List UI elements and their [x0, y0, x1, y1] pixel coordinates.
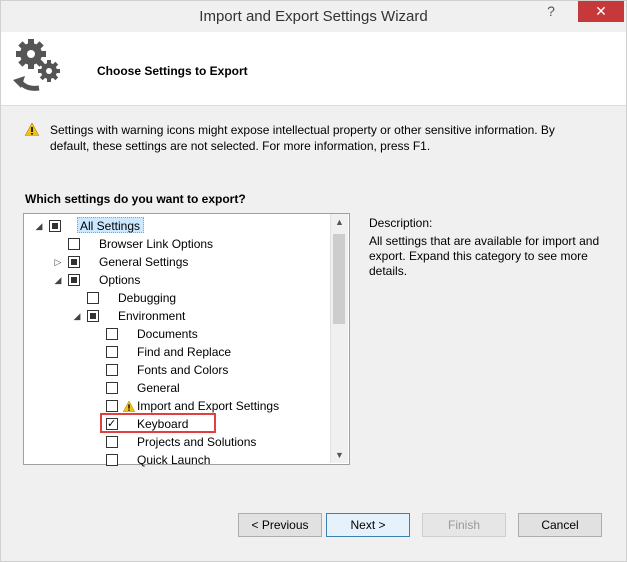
description-body: All settings that are available for impo… [369, 234, 600, 278]
tree-item-label: Debugging [118, 291, 177, 305]
tree-item[interactable]: Debugging [1, 289, 331, 307]
cancel-button[interactable]: Cancel [518, 513, 602, 537]
wizard-header: Choose Settings to Export [1, 32, 626, 106]
window-title: Import and Export Settings Wizard [199, 8, 428, 25]
tree-item[interactable]: ◢ Environment [1, 307, 331, 325]
tree-item-label: All Settings [80, 219, 141, 233]
tree-item[interactable]: Quick Launch [1, 451, 331, 469]
warning-icon [25, 123, 39, 136]
title-bar: Import and Export Settings Wizard ? ✕ [1, 1, 626, 32]
finish-button[interactable]: Finish [422, 513, 506, 537]
tree-item-checkbox[interactable] [106, 382, 118, 394]
tree-item[interactable]: ◢ All Settings [1, 217, 331, 235]
tree-item-label: General [137, 381, 180, 395]
tree-item-checkbox[interactable] [49, 220, 61, 232]
collapse-arrow-icon[interactable]: ◢ [34, 217, 44, 235]
previous-button[interactable]: < Previous [238, 513, 322, 537]
expand-arrow-icon[interactable]: ▷ [53, 253, 63, 271]
tree-item-checkbox[interactable] [106, 400, 118, 412]
help-button[interactable]: ? [541, 3, 561, 23]
tree-item-checkbox[interactable] [68, 256, 80, 268]
tree-item-checkbox[interactable] [106, 436, 118, 448]
description-title: Description: [369, 216, 433, 230]
tree-item[interactable]: Documents [1, 325, 331, 343]
settings-gear-icon [13, 39, 60, 91]
tree-item[interactable]: Browser Link Options [1, 235, 331, 253]
tree-item[interactable]: Find and Replace [1, 343, 331, 361]
warning-icon [123, 401, 135, 412]
scroll-down-icon[interactable]: ▼ [331, 447, 348, 463]
tree-item-label: Browser Link Options [99, 237, 214, 251]
tree-item-checkbox[interactable] [106, 346, 118, 358]
next-button[interactable]: Next > [326, 513, 410, 537]
collapse-arrow-icon[interactable]: ◢ [53, 271, 63, 289]
tree-item-label: Projects and Solutions [137, 435, 257, 449]
tree-item-label: General Settings [99, 255, 189, 269]
tree-item-label: Find and Replace [137, 345, 232, 359]
scrollbar-thumb[interactable] [333, 234, 345, 324]
close-button[interactable]: ✕ [578, 1, 624, 22]
collapse-arrow-icon[interactable]: ◢ [72, 307, 82, 325]
tree-item[interactable]: Fonts and Colors [1, 361, 331, 379]
wizard-window: Import and Export Settings Wizard ? ✕ Ch… [0, 0, 627, 562]
tree-item[interactable]: ▷ General Settings [1, 253, 331, 271]
tree-item[interactable]: ◢ Options [1, 271, 331, 289]
tree-item-checkbox[interactable] [106, 364, 118, 376]
tree-item[interactable]: Projects and Solutions [1, 433, 331, 451]
tree-item-checkbox[interactable] [106, 328, 118, 340]
tree-item-checkbox[interactable] [106, 454, 118, 466]
tree-item-checkbox[interactable] [68, 274, 80, 286]
keyboard-highlight-box [100, 413, 216, 433]
tree-item[interactable]: General [1, 379, 331, 397]
page-title: Choose Settings to Export [97, 64, 248, 78]
tree-item-label: Fonts and Colors [137, 363, 229, 377]
tree-item-label: Documents [137, 327, 198, 341]
settings-question-label: Which settings do you want to export? [25, 192, 246, 206]
warning-text: Settings with warning icons might expose… [50, 123, 555, 153]
tree-item-label: Options [99, 273, 141, 287]
tree-scrollbar[interactable]: ▲ ▼ [330, 214, 348, 463]
tree-item-checkbox[interactable] [87, 292, 99, 304]
tree-item-checkbox[interactable] [68, 238, 80, 250]
tree-item-label: Environment [118, 309, 186, 323]
tree-item-checkbox[interactable] [87, 310, 99, 322]
tree-item-label: Quick Launch [137, 453, 211, 467]
scroll-up-icon[interactable]: ▲ [331, 214, 348, 230]
